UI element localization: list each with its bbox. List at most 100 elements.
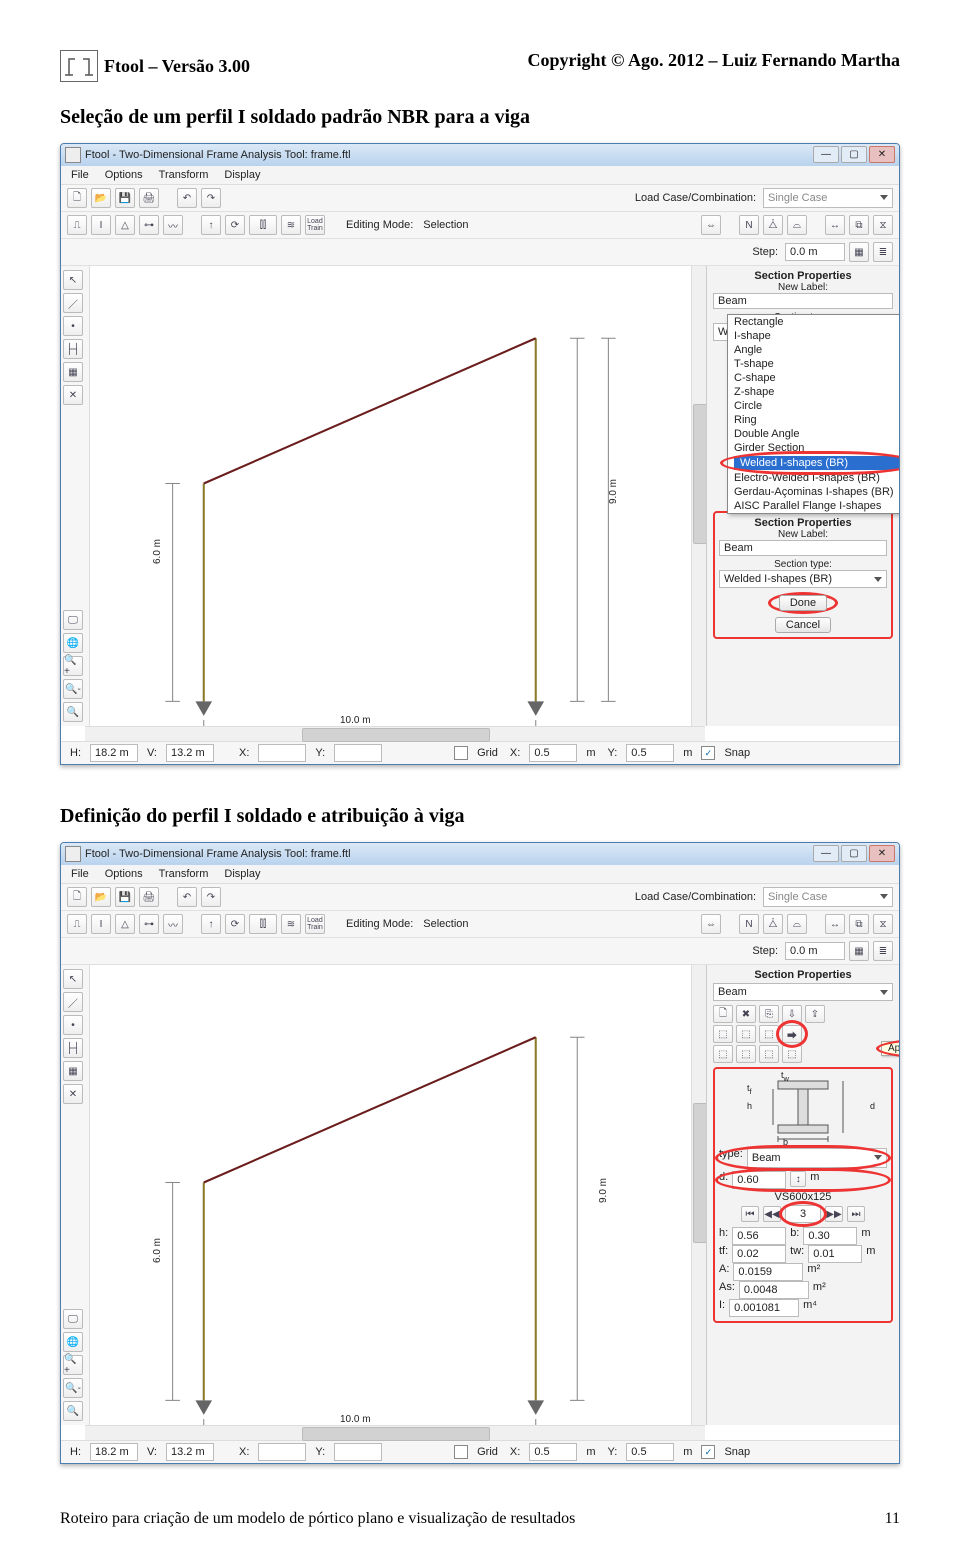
nav-last-icon[interactable]: ⏭ bbox=[847, 1206, 865, 1222]
d-stepper-icon[interactable]: ↕ bbox=[790, 1171, 806, 1187]
H-value[interactable]: 18.2 m bbox=[90, 1443, 138, 1461]
Y-value[interactable] bbox=[334, 744, 382, 762]
diagram-n-icon[interactable]: N bbox=[739, 215, 759, 235]
grid-icon[interactable]: ▦ bbox=[63, 362, 83, 382]
panel-btn-b1[interactable]: ⬚ bbox=[713, 1045, 733, 1063]
panel-btn-del[interactable]: ✖ bbox=[736, 1005, 756, 1023]
horizontal-scrollbar[interactable] bbox=[85, 1425, 705, 1440]
save-icon[interactable]: 💾 bbox=[115, 188, 135, 208]
materials-icon[interactable]: ⎍ bbox=[67, 914, 87, 934]
load-case-combobox[interactable]: Single Case bbox=[763, 887, 893, 907]
world-icon[interactable]: 🌐 bbox=[63, 1332, 83, 1352]
canvas-2[interactable]: 10.0 m 6.0 m 9.0 m bbox=[90, 965, 691, 1425]
panel-btn-b3[interactable]: ⬚ bbox=[759, 1045, 779, 1063]
minimize-button[interactable]: — bbox=[813, 845, 839, 862]
open-icon[interactable]: 📂 bbox=[91, 887, 111, 907]
moment-icon[interactable]: ⟳ bbox=[225, 215, 245, 235]
influence-icon[interactable]: ↔ bbox=[825, 215, 845, 235]
maximize-button[interactable]: ▢ bbox=[841, 146, 867, 163]
force-icon[interactable]: ↑ bbox=[201, 215, 221, 235]
X-value[interactable] bbox=[258, 1443, 306, 1461]
hinges-icon[interactable]: ⊶ bbox=[139, 914, 159, 934]
print-icon[interactable]: 🖨 bbox=[139, 188, 159, 208]
node-icon[interactable]: • bbox=[63, 316, 83, 336]
load-case-combobox[interactable]: Single Case bbox=[763, 188, 893, 208]
diagram-n-icon[interactable]: N bbox=[739, 914, 759, 934]
step-value[interactable]: 0.0 m bbox=[785, 243, 845, 261]
step-grid-icon[interactable]: ▦ bbox=[849, 242, 869, 262]
force-icon[interactable]: ↑ bbox=[201, 914, 221, 934]
spring-icon[interactable]: 〰 bbox=[163, 914, 183, 934]
grid-checkbox[interactable] bbox=[454, 746, 468, 760]
dropdown-item[interactable]: Ring bbox=[728, 413, 900, 427]
sections-icon[interactable]: I bbox=[91, 914, 111, 934]
nav-prev-icon[interactable]: ◀◀ bbox=[763, 1206, 781, 1222]
d-input[interactable]: 0.60 bbox=[732, 1171, 786, 1189]
profile-index-input[interactable]: 3 bbox=[785, 1205, 821, 1223]
snap-checkbox[interactable]: ✓ bbox=[701, 1445, 715, 1459]
step-grid-icon[interactable]: ▦ bbox=[849, 941, 869, 961]
horizontal-scrollbar[interactable] bbox=[85, 726, 705, 741]
delete-icon[interactable]: ✕ bbox=[63, 1084, 83, 1104]
panel-btn-export[interactable]: ⇪ bbox=[805, 1005, 825, 1023]
menu-options[interactable]: Options bbox=[103, 867, 145, 881]
panel-btn-import[interactable]: ⇩ bbox=[782, 1005, 802, 1023]
menu-options[interactable]: Options bbox=[103, 168, 145, 182]
new-label-input-2[interactable]: Beam bbox=[719, 540, 887, 556]
nav-first-icon[interactable]: ⏮ bbox=[741, 1206, 759, 1222]
Y-value[interactable] bbox=[334, 1443, 382, 1461]
envelope-icon[interactable]: ⧉ bbox=[849, 215, 869, 235]
distload-icon[interactable]: ⫿⫿ bbox=[249, 914, 277, 934]
dropdown-item[interactable]: Rectangle bbox=[728, 315, 900, 329]
section-name-combobox[interactable]: Beam bbox=[713, 983, 893, 1001]
zoom-fit-icon[interactable]: 🔍 bbox=[63, 1401, 83, 1421]
undo-icon[interactable]: ↶ bbox=[177, 188, 197, 208]
panel-btn-copy[interactable]: ⎘ bbox=[759, 1005, 779, 1023]
zoom-out-icon[interactable]: 🔍- bbox=[63, 1378, 83, 1398]
panel-btn-a2[interactable]: ⬚ bbox=[736, 1025, 756, 1043]
delete-icon[interactable]: ✕ bbox=[63, 385, 83, 405]
done-button[interactable]: Done bbox=[779, 595, 827, 611]
redo-icon[interactable]: ↷ bbox=[201, 188, 221, 208]
temp-icon[interactable]: ≋ bbox=[281, 215, 301, 235]
step-value[interactable]: 0.0 m bbox=[785, 942, 845, 960]
zoom-in-icon[interactable]: 🔍+ bbox=[63, 1355, 83, 1375]
panel-btn-b4[interactable]: ⬚ bbox=[782, 1045, 802, 1063]
dimension-icon[interactable]: ├┤ bbox=[63, 1038, 83, 1058]
gridx-value[interactable]: 0.5 bbox=[529, 1443, 577, 1461]
hinges-icon[interactable]: ⊶ bbox=[139, 215, 159, 235]
maximize-button[interactable]: ▢ bbox=[841, 845, 867, 862]
dropdown-item[interactable]: I-shape bbox=[728, 329, 900, 343]
undo-icon[interactable]: ↶ bbox=[177, 887, 197, 907]
canvas[interactable]: 10.0 m 6.0 m 9.0 m bbox=[90, 266, 691, 726]
monitor-icon[interactable]: 🖵 bbox=[63, 610, 83, 630]
apply-section-button[interactable]: ⮕ bbox=[782, 1025, 802, 1043]
save-icon[interactable]: 💾 bbox=[115, 887, 135, 907]
slider-icon[interactable]: ⇔ bbox=[701, 215, 721, 235]
minimize-button[interactable]: — bbox=[813, 146, 839, 163]
panel-btn-b2[interactable]: ⬚ bbox=[736, 1045, 756, 1063]
type-combobox[interactable]: Beam bbox=[747, 1148, 887, 1168]
vertical-scrollbar[interactable] bbox=[691, 965, 706, 1425]
select-icon[interactable]: ↖ bbox=[63, 270, 83, 290]
dropdown-item[interactable]: Z-shape bbox=[728, 385, 900, 399]
panel-btn-a1[interactable]: ⬚ bbox=[713, 1025, 733, 1043]
menu-file[interactable]: File bbox=[69, 867, 91, 881]
dropdown-item[interactable]: Electro-Welded I-shapes (BR) bbox=[728, 471, 900, 485]
distload-icon[interactable]: ⫿⫿ bbox=[249, 215, 277, 235]
V-value[interactable]: 13.2 m bbox=[166, 744, 214, 762]
loadtrain-icon[interactable]: LoadTrain bbox=[305, 215, 325, 235]
print-icon[interactable]: 🖨 bbox=[139, 887, 159, 907]
zoom-in-icon[interactable]: 🔍+ bbox=[63, 656, 83, 676]
dropdown-item[interactable]: Angle bbox=[728, 343, 900, 357]
H-value[interactable]: 18.2 m bbox=[90, 744, 138, 762]
temp-icon[interactable]: ≋ bbox=[281, 914, 301, 934]
snap-checkbox[interactable]: ✓ bbox=[701, 746, 715, 760]
node-icon[interactable]: • bbox=[63, 1015, 83, 1035]
grid-icon[interactable]: ▦ bbox=[63, 1061, 83, 1081]
moment-icon[interactable]: ⟳ bbox=[225, 914, 245, 934]
time-icon[interactable]: ⧖ bbox=[873, 215, 893, 235]
dropdown-item[interactable]: T-shape bbox=[728, 357, 900, 371]
monitor-icon[interactable]: 🖵 bbox=[63, 1309, 83, 1329]
dropdown-item[interactable]: Gerdau-Açominas I-shapes (BR) bbox=[728, 485, 900, 499]
